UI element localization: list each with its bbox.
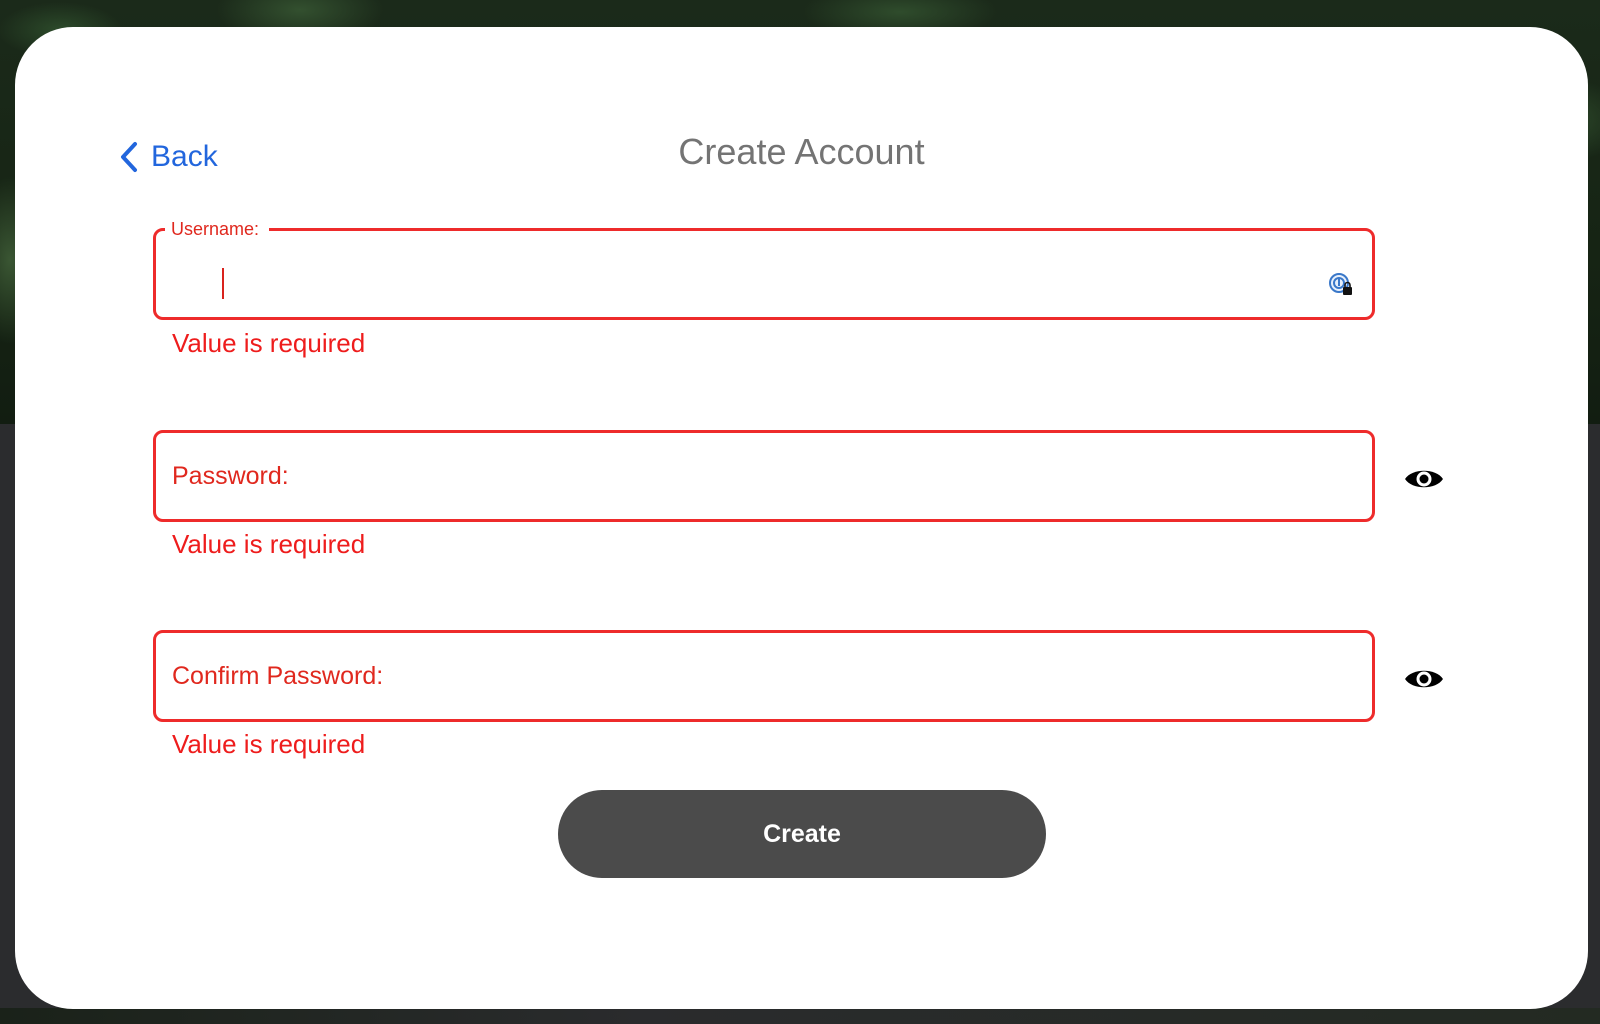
username-field[interactable]: Username: bbox=[153, 217, 1375, 320]
eye-icon[interactable] bbox=[1403, 666, 1445, 692]
username-label: Username: bbox=[165, 217, 270, 241]
page-title: Create Account bbox=[678, 131, 925, 172]
password-manager-lock-icon[interactable] bbox=[1328, 272, 1354, 298]
password-field[interactable]: Password: bbox=[153, 430, 1375, 522]
confirm-password-field[interactable]: Confirm Password: bbox=[153, 630, 1375, 722]
password-label: Password: bbox=[172, 462, 289, 490]
confirm-password-error: Value is required bbox=[172, 729, 366, 759]
confirm-password-label: Confirm Password: bbox=[172, 662, 384, 690]
eye-icon[interactable] bbox=[1403, 466, 1445, 492]
background-strip bbox=[0, 1008, 1600, 1024]
create-account-card: Back Create Account Username: Value is r… bbox=[15, 27, 1588, 1009]
create-button[interactable]: Create bbox=[558, 790, 1046, 878]
password-error: Value is required bbox=[172, 529, 366, 559]
username-error: Value is required bbox=[172, 328, 366, 358]
text-caret bbox=[222, 268, 224, 299]
